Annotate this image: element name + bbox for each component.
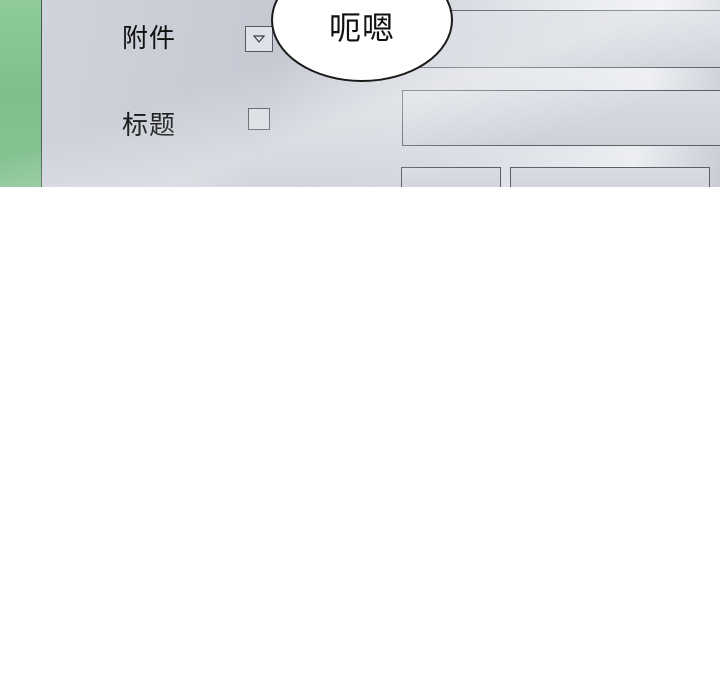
attachment-label: 附件 [122,24,177,54]
green-sidebar-strip [0,0,42,187]
wide-input-field[interactable] [510,167,710,187]
comic-panel-page: 附件 标题 呃嗯 [0,0,720,700]
form-screen-panel: 附件 标题 呃嗯 [0,0,720,187]
title-checkbox[interactable] [248,108,270,130]
speech-bubble-text: 呃嗯 [328,9,395,47]
title-label: 标题 [122,111,177,141]
small-input-field[interactable] [401,167,501,187]
title-input[interactable] [402,90,720,146]
attachment-dropdown-button[interactable] [245,26,273,52]
triangle-down-icon [253,35,265,43]
